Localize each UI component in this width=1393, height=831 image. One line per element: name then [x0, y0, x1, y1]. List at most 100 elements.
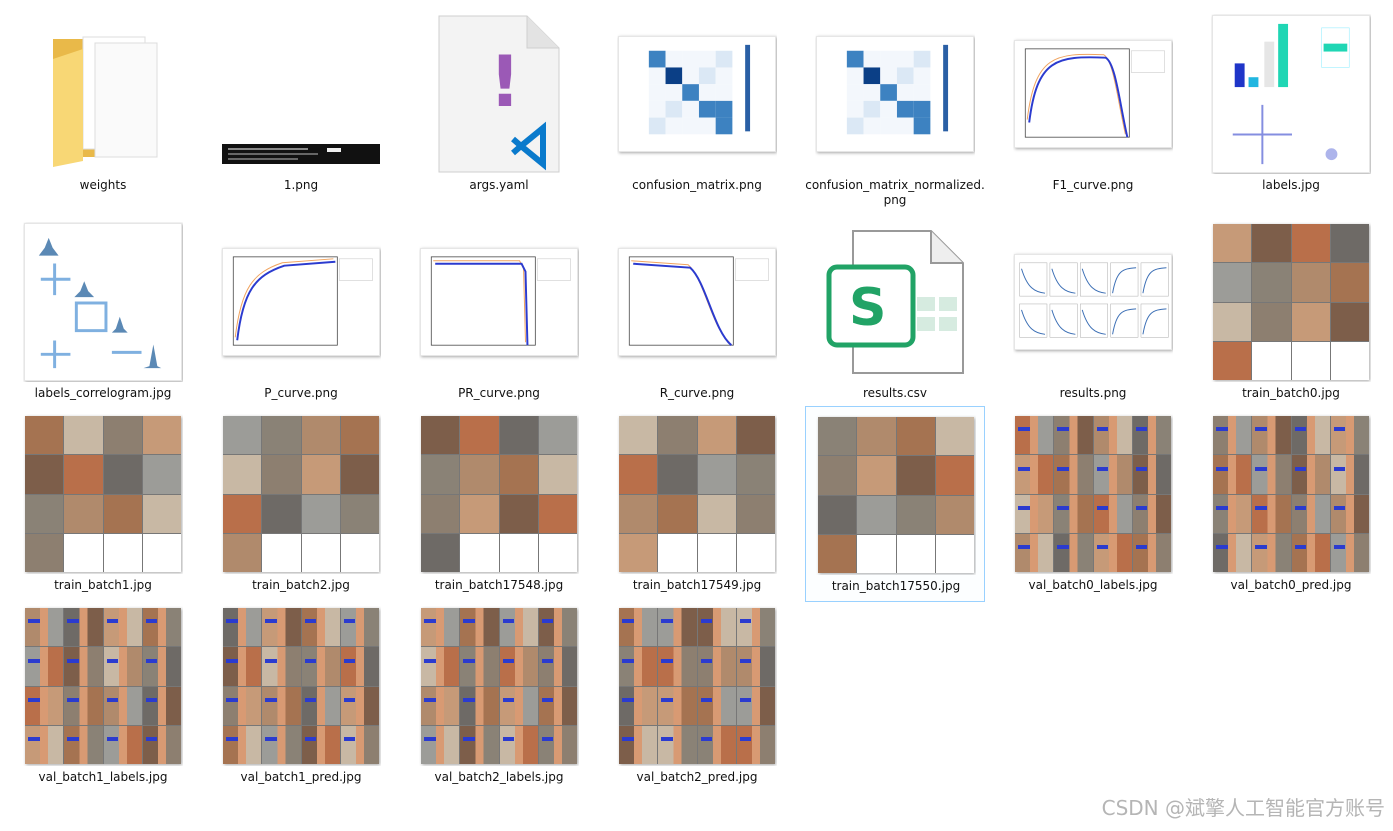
- file-name: val_batch2_labels.jpg: [434, 770, 564, 784]
- file-item[interactable]: results.png: [1003, 214, 1183, 410]
- file-name: labels.jpg: [1262, 178, 1320, 192]
- labels-thumbnail: [1212, 15, 1370, 173]
- file-item[interactable]: train_batch0.jpg: [1201, 214, 1381, 410]
- file-item[interactable]: S results.csv: [805, 214, 985, 410]
- file-name: val_batch0_pred.jpg: [1230, 578, 1352, 592]
- curve-thumbnail: [420, 248, 578, 356]
- validation-grid-thumbnail: [421, 608, 577, 764]
- file-thumbnail: [419, 222, 579, 382]
- svg-text:!: !: [489, 41, 521, 123]
- curve-thumbnail: [222, 248, 380, 356]
- csv-file-icon: S: [826, 230, 964, 374]
- file-grid: weights 1.png ! args.yaml confusion_matr…: [0, 0, 1393, 831]
- file-thumbnail: [23, 222, 183, 382]
- file-item[interactable]: train_batch17548.jpg: [409, 406, 589, 602]
- file-name: train_batch2.jpg: [252, 578, 350, 592]
- validation-grid-thumbnail: [1015, 416, 1171, 572]
- file-item[interactable]: val_batch0_pred.jpg: [1201, 406, 1381, 602]
- file-thumbnail: [617, 414, 777, 574]
- training-mosaic-thumbnail: [421, 416, 577, 572]
- file-name: results.csv: [863, 386, 927, 400]
- file-thumbnail: [617, 14, 777, 174]
- watermark: CSDN @斌擎人工智能官方账号: [1101, 796, 1385, 820]
- folder-icon: [53, 36, 158, 167]
- file-name: val_batch1_labels.jpg: [38, 770, 168, 784]
- training-mosaic-thumbnail: [1213, 224, 1369, 380]
- file-thumbnail: [23, 414, 183, 574]
- validation-grid-thumbnail: [25, 608, 181, 764]
- file-thumbnail: [221, 14, 381, 174]
- terminal-thumbnail: [222, 144, 380, 164]
- file-thumbnail: S: [815, 222, 975, 382]
- training-mosaic-thumbnail: [25, 416, 181, 572]
- training-mosaic-thumbnail: [619, 416, 775, 572]
- confusion-matrix-thumbnail: [618, 36, 776, 152]
- file-thumbnail: [1211, 222, 1371, 382]
- file-thumbnail: [1211, 414, 1371, 574]
- results-thumbnail: [1014, 254, 1172, 350]
- training-mosaic-thumbnail: [223, 416, 379, 572]
- file-thumbnail: [1013, 414, 1173, 574]
- file-name: train_batch17548.jpg: [434, 578, 564, 592]
- file-item[interactable]: ! args.yaml: [409, 6, 589, 202]
- file-name: val_batch1_pred.jpg: [240, 770, 362, 784]
- file-name: confusion_matrix.png: [632, 178, 762, 192]
- file-thumbnail: [1013, 14, 1173, 174]
- file-name: train_batch17550.jpg: [831, 579, 961, 593]
- validation-grid-thumbnail: [619, 608, 775, 764]
- file-name: PR_curve.png: [458, 386, 540, 400]
- file-item[interactable]: PR_curve.png: [409, 214, 589, 410]
- correlogram-thumbnail: [24, 223, 182, 381]
- file-item[interactable]: train_batch2.jpg: [211, 406, 391, 602]
- file-thumbnail: [221, 414, 381, 574]
- file-thumbnail: [221, 606, 381, 766]
- file-name: val_batch0_labels.jpg: [1028, 578, 1158, 592]
- file-name: train_batch1.jpg: [54, 578, 152, 592]
- file-thumbnail: [23, 606, 183, 766]
- file-name: R_curve.png: [659, 386, 735, 400]
- file-item[interactable]: weights: [13, 6, 193, 202]
- file-item[interactable]: R_curve.png: [607, 214, 787, 410]
- validation-grid-thumbnail: [1213, 416, 1369, 572]
- file-item[interactable]: labels.jpg: [1201, 6, 1381, 202]
- file-thumbnail: [816, 415, 976, 575]
- file-item[interactable]: val_batch1_labels.jpg: [13, 598, 193, 794]
- training-mosaic-thumbnail: [818, 417, 974, 573]
- file-name: val_batch2_pred.jpg: [636, 770, 758, 784]
- curve-thumbnail: [1014, 40, 1172, 148]
- file-name: P_curve.png: [264, 386, 338, 400]
- file-item[interactable]: train_batch17549.jpg: [607, 406, 787, 602]
- file-thumbnail: [617, 606, 777, 766]
- file-name: weights: [79, 178, 127, 192]
- file-item[interactable]: val_batch2_pred.jpg: [607, 598, 787, 794]
- file-name: F1_curve.png: [1052, 178, 1134, 192]
- file-item[interactable]: F1_curve.png: [1003, 6, 1183, 202]
- file-item[interactable]: P_curve.png: [211, 214, 391, 410]
- yaml-file-icon: !: [438, 15, 560, 173]
- file-name: confusion_matrix_normalized.png: [805, 178, 985, 207]
- file-name: results.png: [1059, 386, 1127, 400]
- file-item[interactable]: labels_correlogram.jpg: [13, 214, 193, 410]
- file-item[interactable]: val_batch0_labels.jpg: [1003, 406, 1183, 602]
- file-item[interactable]: confusion_matrix_normalized.png: [805, 6, 985, 207]
- file-name: 1.png: [283, 178, 319, 192]
- file-thumbnail: !: [419, 14, 579, 174]
- file-name: train_batch17549.jpg: [632, 578, 762, 592]
- file-thumbnail: [221, 222, 381, 382]
- file-name: train_batch0.jpg: [1242, 386, 1340, 400]
- file-item[interactable]: confusion_matrix.png: [607, 6, 787, 202]
- file-thumbnail: [815, 14, 975, 174]
- validation-grid-thumbnail: [223, 608, 379, 764]
- file-item[interactable]: 1.png: [211, 6, 391, 202]
- confusion-matrix-thumbnail: [816, 36, 974, 152]
- file-thumbnail: [419, 606, 579, 766]
- file-item[interactable]: train_batch17550.jpg: [805, 406, 985, 602]
- file-item[interactable]: train_batch1.jpg: [13, 406, 193, 602]
- curve-thumbnail: [618, 248, 776, 356]
- file-item[interactable]: val_batch2_labels.jpg: [409, 598, 589, 794]
- file-item[interactable]: val_batch1_pred.jpg: [211, 598, 391, 794]
- file-thumbnail: [419, 414, 579, 574]
- file-name: labels_correlogram.jpg: [34, 386, 172, 400]
- svg-text:S: S: [849, 278, 886, 338]
- file-thumbnail: [617, 222, 777, 382]
